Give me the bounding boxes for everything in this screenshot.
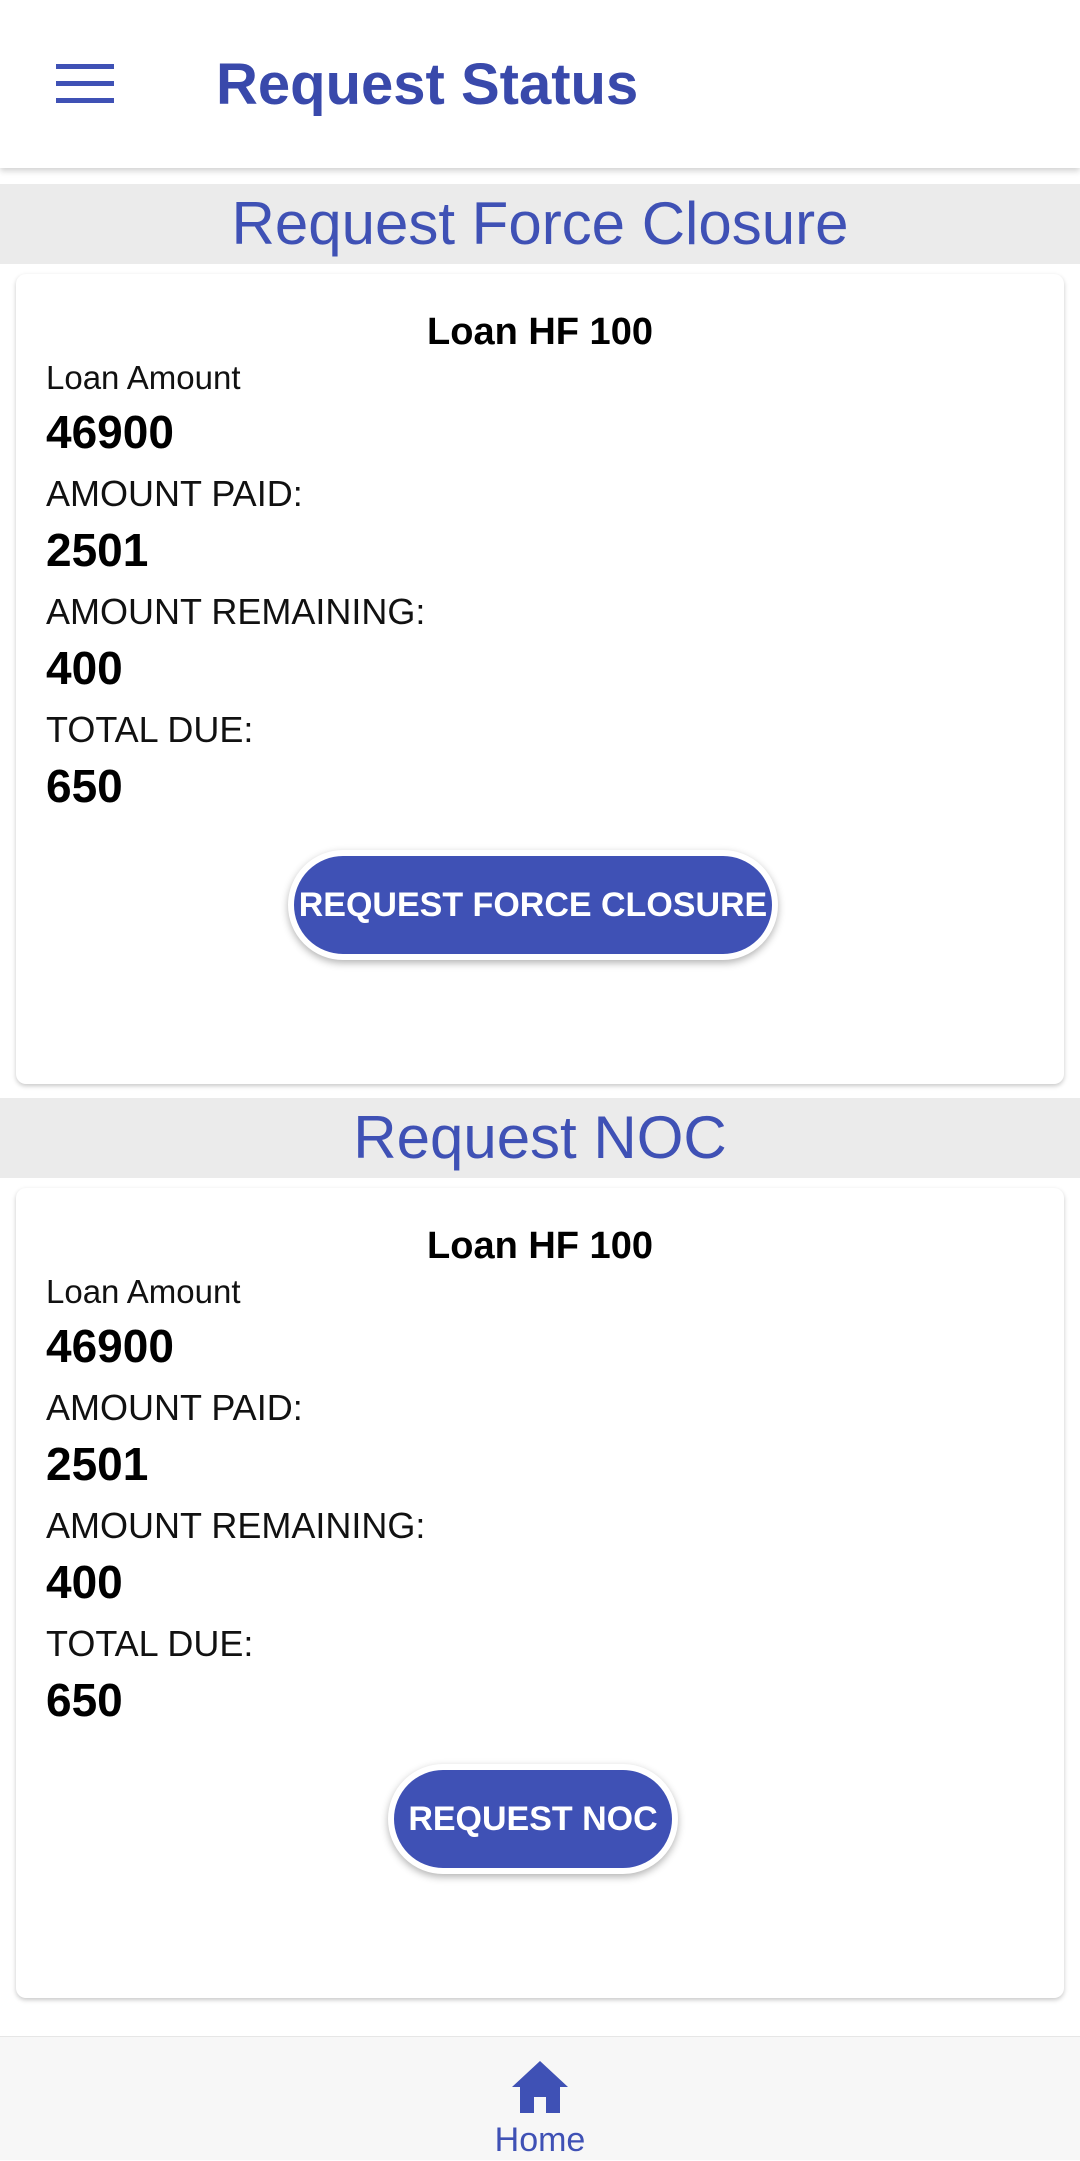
amount-paid-value: 2501 [46,1438,149,1490]
request-force-closure-button[interactable]: REQUEST FORCE CLOSURE [288,850,778,960]
loan-card-force-closure: Loan HF 100 Loan Amount 46900 AMOUNT PAI… [16,274,1064,1084]
loan-title: Loan HF 100 [427,1225,653,1267]
section-header-force-closure: Request Force Closure [0,184,1080,264]
amount-remaining-value: 400 [46,642,123,694]
nav-item-home-label: Home [494,2121,586,2159]
loan-amount-value: 46900 [46,406,174,458]
amount-paid-label: AMOUNT PAID: [46,1387,303,1428]
loan-card-noc: Loan HF 100 Loan Amount 46900 AMOUNT PAI… [16,1188,1064,1998]
loan-amount-label: Loan Amount [46,1273,241,1310]
home-icon [512,2061,568,2113]
hamburger-menu-icon [56,64,114,103]
menu-button[interactable] [40,44,130,124]
app-bar: Request Status [0,0,1080,168]
amount-paid-label: AMOUNT PAID: [46,473,303,514]
amount-remaining-label: AMOUNT REMAINING: [46,1505,426,1546]
amount-paid-value: 2501 [46,524,149,576]
bottom-navigation: Home [0,2036,1080,2160]
nav-item-home[interactable]: Home [460,2037,620,2161]
amount-remaining-value: 400 [46,1556,123,1608]
page-title: Request Status [216,52,639,117]
request-noc-button[interactable]: REQUEST NOC [388,1764,678,1874]
section-header-noc: Request NOC [0,1098,1080,1178]
loan-amount-value: 46900 [46,1320,174,1372]
total-due-value: 650 [46,1674,123,1726]
amount-remaining-label: AMOUNT REMAINING: [46,591,426,632]
total-due-label: TOTAL DUE: [46,1623,254,1664]
total-due-label: TOTAL DUE: [46,709,254,750]
loan-title: Loan HF 100 [427,311,653,353]
loan-amount-label: Loan Amount [46,359,241,396]
total-due-value: 650 [46,760,123,812]
